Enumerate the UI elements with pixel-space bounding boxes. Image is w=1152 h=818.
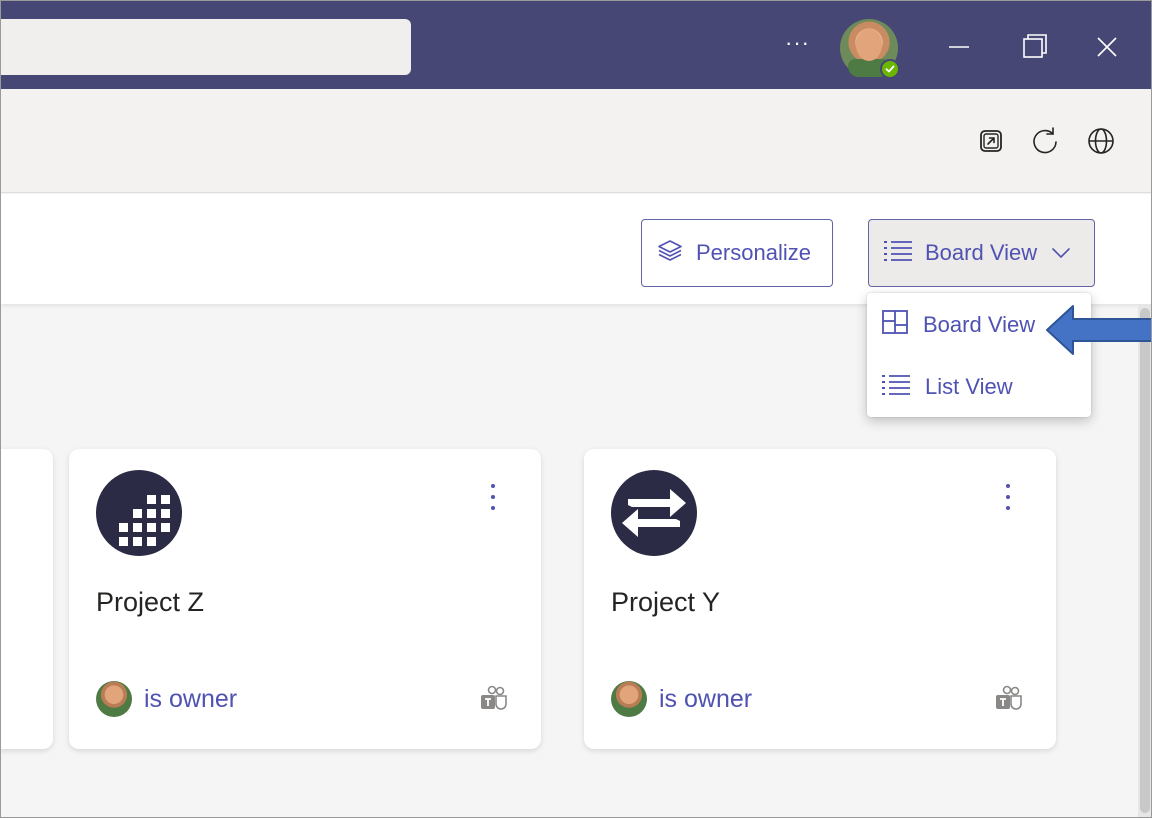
project-card[interactable]: Project Z is owner bbox=[69, 449, 541, 749]
project-title: Project Y bbox=[611, 587, 721, 617]
teams-icon bbox=[479, 685, 509, 713]
profile-avatar[interactable] bbox=[840, 19, 900, 79]
menu-item-list-view[interactable]: List View bbox=[867, 357, 1091, 417]
avatar-face bbox=[856, 29, 882, 61]
personalize-label: Personalize bbox=[696, 240, 811, 265]
personalize-button[interactable]: Personalize bbox=[641, 219, 833, 287]
available-status-icon bbox=[880, 59, 900, 79]
vertical-scrollbar[interactable] bbox=[1138, 304, 1151, 817]
globe-icon[interactable] bbox=[1085, 125, 1117, 157]
view-selector-label: Board View bbox=[925, 240, 1038, 265]
scrollbar-thumb[interactable] bbox=[1140, 308, 1150, 813]
close-button[interactable] bbox=[1087, 27, 1127, 67]
title-bar: ··· bbox=[1, 1, 1151, 89]
owner-info: is owner bbox=[611, 681, 752, 717]
search-box[interactable] bbox=[1, 19, 411, 75]
project-card[interactable]: Project Y is owner bbox=[584, 449, 1056, 749]
annotation-arrow-icon bbox=[1041, 301, 1151, 359]
layers-icon bbox=[656, 236, 684, 270]
refresh-icon[interactable] bbox=[1029, 125, 1061, 157]
owner-label: is owner bbox=[659, 684, 753, 713]
board-icon bbox=[881, 308, 909, 342]
chevron-down-icon bbox=[1051, 240, 1071, 266]
grid-building-logo-icon bbox=[95, 469, 183, 557]
page-header: Personalize Board View bbox=[1, 194, 1151, 304]
more-options-button[interactable]: ··· bbox=[785, 31, 810, 55]
more-vertical-icon[interactable] bbox=[481, 481, 505, 515]
app-window: ··· Personalize Board View Board View Li… bbox=[0, 0, 1152, 818]
restore-button[interactable] bbox=[1015, 27, 1055, 67]
menu-item-label: Board View bbox=[923, 312, 1036, 337]
list-icon bbox=[881, 372, 911, 402]
swap-arrows-logo-icon bbox=[610, 469, 698, 557]
project-title: Project Z bbox=[96, 587, 205, 617]
more-vertical-icon[interactable] bbox=[996, 481, 1020, 515]
owner-info: is owner bbox=[96, 681, 237, 717]
teams-icon bbox=[994, 685, 1024, 713]
tab-toolbar bbox=[1, 89, 1151, 193]
owner-avatar bbox=[611, 681, 647, 717]
minimize-button[interactable] bbox=[939, 27, 979, 67]
list-icon bbox=[883, 238, 913, 268]
popout-icon[interactable] bbox=[975, 125, 1007, 157]
project-card-partial[interactable] bbox=[1, 449, 53, 749]
owner-label: is owner bbox=[144, 684, 238, 713]
view-selector-button[interactable]: Board View bbox=[868, 219, 1095, 287]
owner-avatar bbox=[96, 681, 132, 717]
menu-item-label: List View bbox=[925, 374, 1013, 399]
